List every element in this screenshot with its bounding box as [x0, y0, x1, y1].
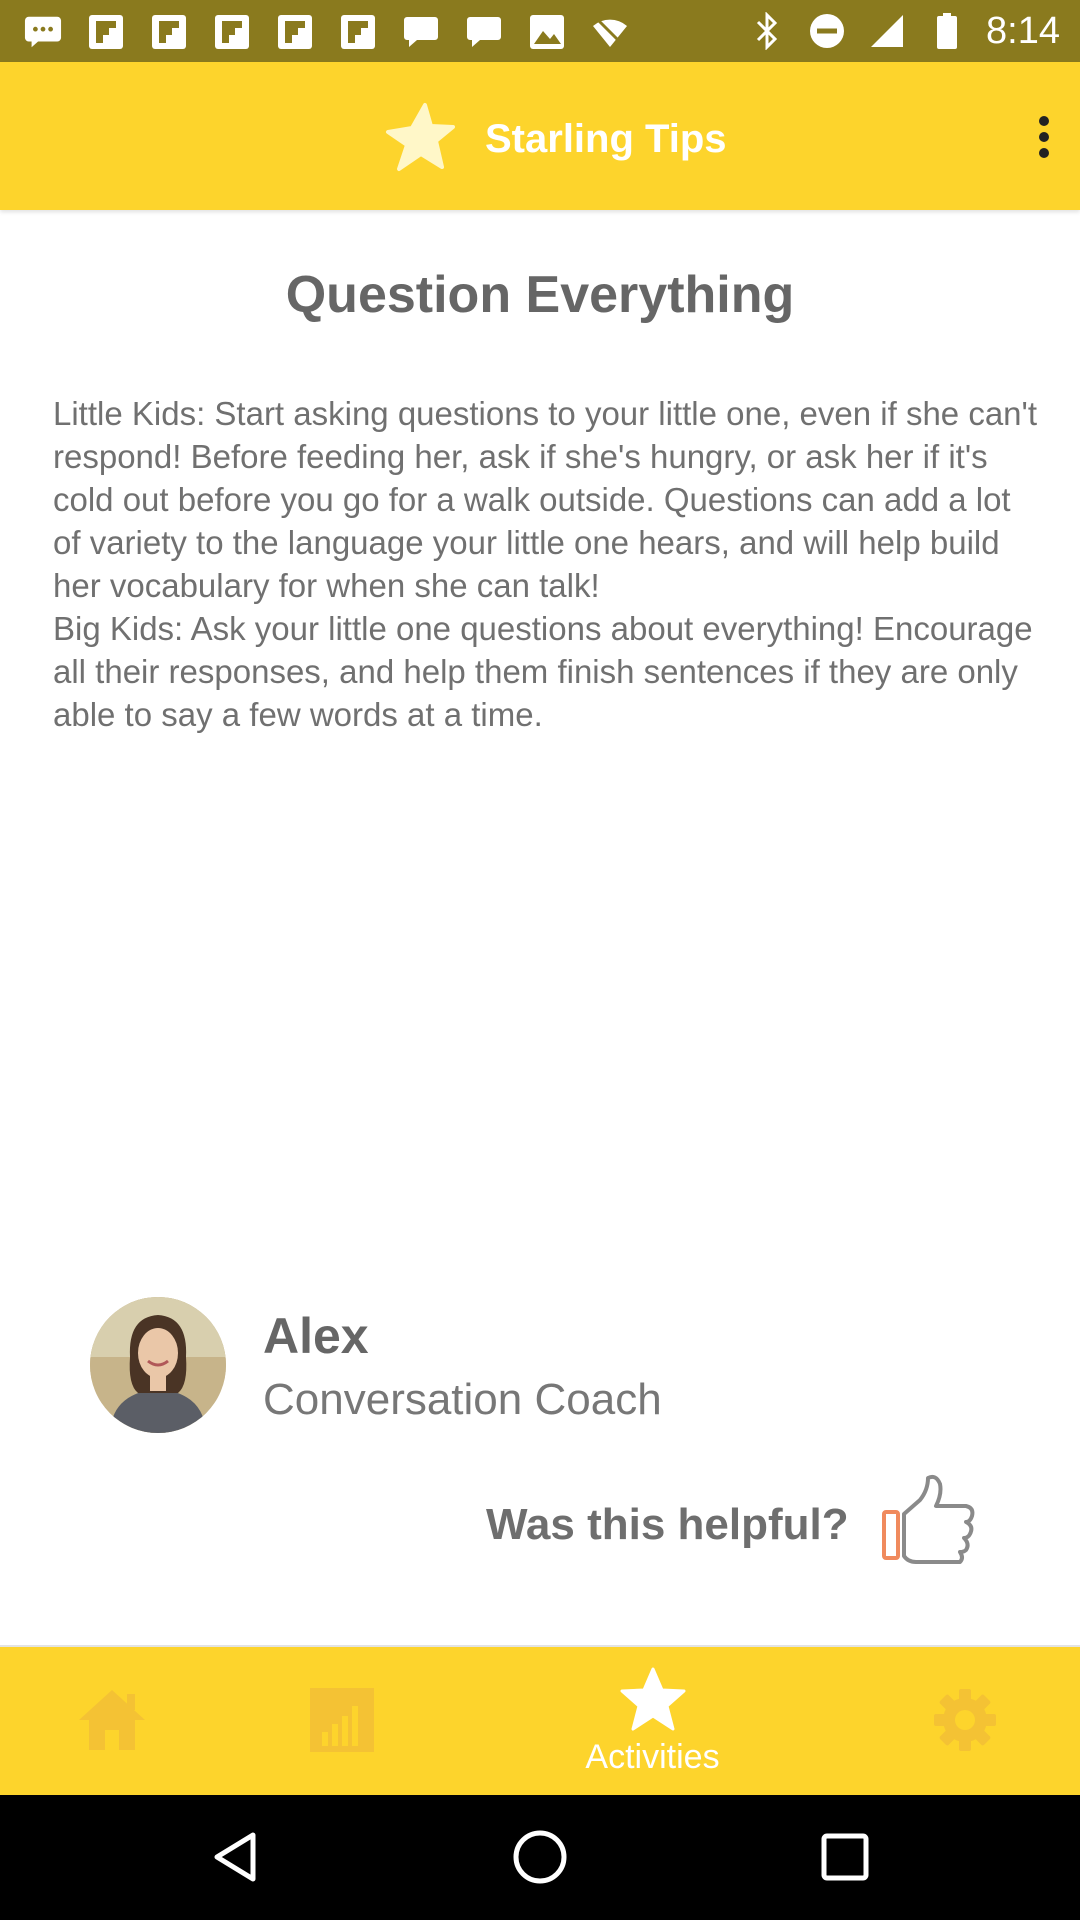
- chat-icon: [465, 13, 503, 51]
- coach-name: Alex: [263, 1308, 369, 1364]
- tip-paragraph-little-kids: Little Kids: Start asking questions to y…: [53, 395, 1038, 604]
- bottom-nav: Activities: [0, 1645, 1080, 1795]
- nav-activities-label: Activities: [585, 1738, 720, 1776]
- flipboard-icon: [150, 13, 188, 51]
- status-clock: 8:14: [986, 9, 1060, 52]
- star-icon: [620, 1667, 686, 1736]
- chat-icon: [24, 13, 62, 51]
- status-bar: 8:14: [0, 0, 1080, 62]
- do-not-disturb-icon: [808, 12, 846, 50]
- flipboard-icon: [87, 13, 125, 51]
- flipboard-icon: [213, 13, 251, 51]
- battery-icon: [928, 12, 966, 50]
- coach-role: Conversation Coach: [263, 1375, 662, 1424]
- bar-chart-icon: [310, 1687, 374, 1757]
- system-nav-bar: [0, 1795, 1080, 1920]
- tip-title: Question Everything: [285, 266, 795, 324]
- nav-settings[interactable]: [920, 1647, 1010, 1797]
- app-title-group: Starling Tips: [385, 102, 727, 174]
- helpful-prompt: Was this helpful?: [486, 1500, 849, 1549]
- coach-card: Alex Conversation Coach: [90, 1297, 990, 1437]
- star-icon: [385, 101, 455, 178]
- home-icon: [77, 1688, 147, 1757]
- signal-icon: [868, 12, 906, 50]
- avatar: [90, 1297, 226, 1433]
- flipboard-icon: [339, 13, 377, 51]
- tip-body: Little Kids: Start asking questions to y…: [53, 392, 1043, 736]
- chat-icon: [402, 13, 440, 51]
- gear-icon: [932, 1687, 998, 1758]
- home-circle-icon[interactable]: [510, 1827, 570, 1887]
- notification-icons: [24, 12, 654, 52]
- thumbs-up-icon[interactable]: [880, 1472, 980, 1566]
- more-vert-icon[interactable]: [1026, 102, 1062, 172]
- app-bar: Starling Tips: [0, 62, 1080, 210]
- app-title: Starling Tips: [485, 116, 727, 161]
- wifi-off-icon: [591, 13, 629, 51]
- nav-home[interactable]: [70, 1647, 154, 1797]
- recents-icon[interactable]: [815, 1827, 875, 1887]
- back-icon[interactable]: [205, 1827, 265, 1887]
- nav-activities[interactable]: Activities: [540, 1647, 765, 1797]
- bluetooth-icon: [748, 12, 786, 50]
- image-icon: [528, 13, 566, 51]
- tip-paragraph-big-kids: Big Kids: Ask your little one questions …: [53, 610, 1033, 733]
- nav-stats[interactable]: [300, 1647, 384, 1797]
- system-status-icons: 8:14: [726, 10, 1060, 52]
- flipboard-icon: [276, 13, 314, 51]
